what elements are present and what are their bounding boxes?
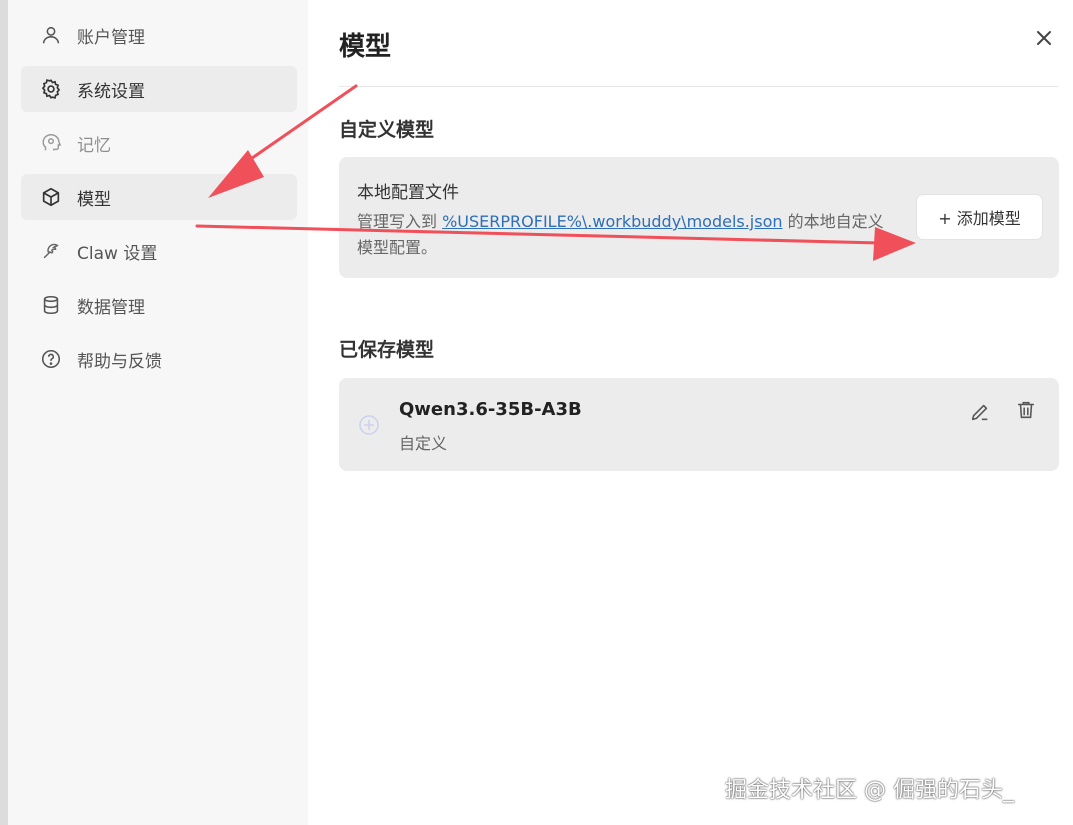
custom-models-section-title: 自定义模型 xyxy=(339,119,435,141)
sidebar-item-label: 账户管理 xyxy=(77,27,145,48)
trash-icon xyxy=(1015,399,1037,425)
database-icon xyxy=(39,293,63,317)
help-icon xyxy=(39,347,63,371)
add-model-button[interactable]: + 添加模型 xyxy=(917,195,1042,239)
edit-model-button[interactable] xyxy=(967,401,993,427)
sidebar-item-label: Claw 设置 xyxy=(77,243,158,264)
close-icon xyxy=(1034,28,1054,52)
local-config-card: 本地配置文件 管理写入到 %USERPROFILE%\.workbuddy\mo… xyxy=(339,157,1059,278)
local-config-title: 本地配置文件 xyxy=(357,183,459,203)
close-button[interactable] xyxy=(1030,26,1058,54)
model-type: 自定义 xyxy=(399,434,448,453)
sidebar-item-data-management[interactable]: 数据管理 xyxy=(21,282,297,328)
description-prefix: 管理写入到 xyxy=(357,212,443,231)
cube-icon xyxy=(39,185,63,209)
settings-sidebar: 账户管理 系统设置 记忆 模型 Claw 设置 数据管理 帮助与反馈 xyxy=(8,0,308,825)
sidebar-item-account[interactable]: 账户管理 xyxy=(21,12,297,58)
title-divider xyxy=(339,86,1058,87)
watermark-text: 掘金技术社区 @ 倔强的石头_ xyxy=(725,778,1014,803)
claw-icon xyxy=(39,239,63,263)
model-settings-panel: 模型 自定义模型 本地配置文件 管理写入到 %USERPROFILE%\.wor… xyxy=(308,0,1073,825)
sidebar-item-label: 模型 xyxy=(77,189,111,210)
delete-model-button[interactable] xyxy=(1013,399,1039,425)
sidebar-item-model[interactable]: 模型 xyxy=(21,174,297,220)
memory-head-icon xyxy=(39,131,63,155)
sidebar-item-system-settings[interactable]: 系统设置 xyxy=(21,66,297,112)
sidebar-item-label: 帮助与反馈 xyxy=(77,351,162,372)
model-name: Qwen3.6-35B-A3B xyxy=(399,399,582,420)
sidebar-item-label: 系统设置 xyxy=(77,81,145,102)
local-config-description: 管理写入到 %USERPROFILE%\.workbuddy\models.js… xyxy=(357,209,887,261)
saved-models-section-title: 已保存模型 xyxy=(339,339,435,361)
sidebar-item-label: 记忆 xyxy=(77,135,111,156)
sidebar-item-label: 数据管理 xyxy=(77,297,145,318)
add-circle-icon xyxy=(358,414,380,436)
sidebar-item-memory[interactable]: 记忆 xyxy=(21,120,297,166)
pencil-icon xyxy=(969,401,991,427)
window-left-edge xyxy=(0,0,8,825)
sidebar-item-claw-settings[interactable]: Claw 设置 xyxy=(21,228,297,274)
gear-icon xyxy=(39,77,63,101)
saved-model-card: Qwen3.6-35B-A3B 自定义 xyxy=(339,378,1059,471)
user-icon xyxy=(39,23,63,47)
page-title: 模型 xyxy=(339,32,392,62)
models-json-path-link[interactable]: %USERPROFILE%\.workbuddy\models.json xyxy=(442,212,782,231)
sidebar-item-help-feedback[interactable]: 帮助与反馈 xyxy=(21,336,297,382)
